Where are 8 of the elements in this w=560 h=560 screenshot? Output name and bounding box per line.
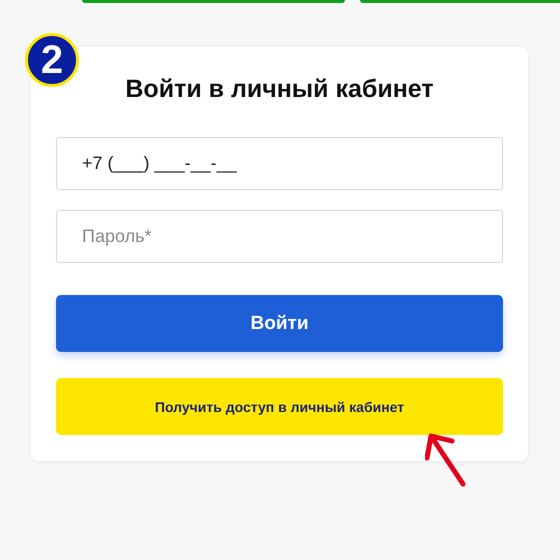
button[interactable] [360,0,560,3]
phone-field[interactable]: +7 (___) ___-__-__ [56,137,503,190]
password-field[interactable]: Пароль* [56,210,503,263]
login-button[interactable]: Войти [56,295,503,352]
step-badge: 2 [25,33,79,87]
form-title: Войти в личный кабинет [124,75,435,104]
button[interactable] [82,0,345,3]
access-button[interactable]: Получить доступ в личный кабинет [56,378,503,435]
